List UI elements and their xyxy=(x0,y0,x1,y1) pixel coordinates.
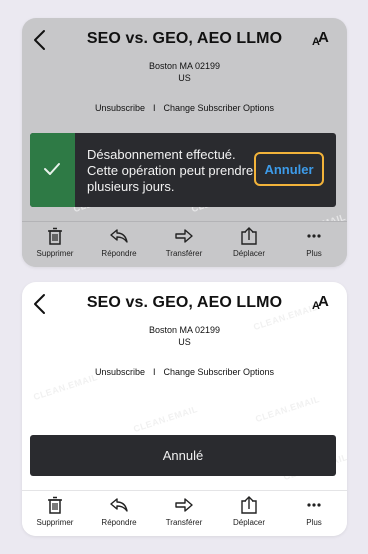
email-header: SEO vs. GEO, AEO LLMO A A xyxy=(22,282,347,326)
move-label: Déplacer xyxy=(232,249,265,258)
delete-label: Supprimer xyxy=(36,249,74,258)
reply-button[interactable]: Répondre xyxy=(87,496,151,527)
more-label: Plus xyxy=(306,249,322,258)
delete-button[interactable]: Supprimer xyxy=(23,227,87,258)
text-size-icon[interactable]: A A xyxy=(312,30,334,49)
reply-label: Répondre xyxy=(101,249,137,258)
move-to-folder-icon xyxy=(241,496,257,514)
more-dots-icon xyxy=(307,503,321,507)
forward-button[interactable]: Transférer xyxy=(152,227,216,258)
watermark: CLEAN.EMAIL xyxy=(254,393,321,425)
forward-label: Transférer xyxy=(165,518,203,527)
email-view-before: CLEAN.EMAIL CLEAN.EMAIL CLEAN.EMAIL CLEA… xyxy=(22,18,347,267)
forward-arrow-icon xyxy=(175,229,193,243)
email-subject: SEO vs. GEO, AEO LLMO xyxy=(86,294,283,311)
delete-button[interactable]: Supprimer xyxy=(23,496,87,527)
email-header: SEO vs. GEO, AEO LLMO A A xyxy=(22,18,347,62)
unsubscribe-toast: Désabonnement effectué. Cette opération … xyxy=(30,133,336,207)
watermark: CLEAN.EMAIL xyxy=(132,403,199,435)
unsubscribe-link[interactable]: Unsubscribe xyxy=(95,367,145,377)
trash-icon xyxy=(48,227,62,245)
reply-label: Répondre xyxy=(101,518,137,527)
link-separator: I xyxy=(152,367,156,377)
email-view-after: CLEAN.EMAIL CLEAN.EMAIL CLEAN.EMAIL CLEA… xyxy=(22,282,347,536)
success-indicator xyxy=(30,133,75,207)
forward-button[interactable]: Transférer xyxy=(152,496,216,527)
address-line-2: US xyxy=(178,337,191,347)
address-line-2: US xyxy=(178,73,191,83)
toast-message: Désabonnement effectué. Cette opération … xyxy=(87,147,254,194)
undone-toast: Annulé xyxy=(30,435,336,476)
forward-arrow-icon xyxy=(175,498,193,512)
sender-address: Boston MA 02199 US xyxy=(22,60,347,84)
sender-address: Boston MA 02199 US xyxy=(22,324,347,348)
more-button[interactable]: Plus xyxy=(282,496,346,527)
action-toolbar: Supprimer Répondre Transférer Déplacer P… xyxy=(22,221,347,267)
move-label: Déplacer xyxy=(232,518,265,527)
move-to-folder-icon xyxy=(241,227,257,245)
unsubscribe-link[interactable]: Unsubscribe xyxy=(95,103,145,113)
forward-label: Transférer xyxy=(165,249,203,258)
move-button[interactable]: Déplacer xyxy=(217,227,281,258)
reply-button[interactable]: Répondre xyxy=(87,227,151,258)
email-subject: SEO vs. GEO, AEO LLMO xyxy=(86,30,283,47)
delete-label: Supprimer xyxy=(36,518,74,527)
footer-links: Unsubscribe I Change Subscriber Options xyxy=(22,367,347,377)
undo-button[interactable]: Annuler xyxy=(254,152,324,186)
reply-icon xyxy=(110,229,128,243)
more-button[interactable]: Plus xyxy=(282,227,346,258)
subscriber-options-link[interactable]: Change Subscriber Options xyxy=(163,367,274,377)
more-label: Plus xyxy=(306,518,322,527)
footer-links: Unsubscribe I Change Subscriber Options xyxy=(22,103,347,113)
action-toolbar: Supprimer Répondre Transférer Déplacer P… xyxy=(22,490,347,536)
link-separator: I xyxy=(152,103,156,113)
reply-icon xyxy=(110,498,128,512)
checkmark-icon xyxy=(44,163,60,175)
more-dots-icon xyxy=(307,234,321,238)
text-size-icon[interactable]: A A xyxy=(312,294,334,313)
move-button[interactable]: Déplacer xyxy=(217,496,281,527)
trash-icon xyxy=(48,496,62,514)
subscriber-options-link[interactable]: Change Subscriber Options xyxy=(163,103,274,113)
